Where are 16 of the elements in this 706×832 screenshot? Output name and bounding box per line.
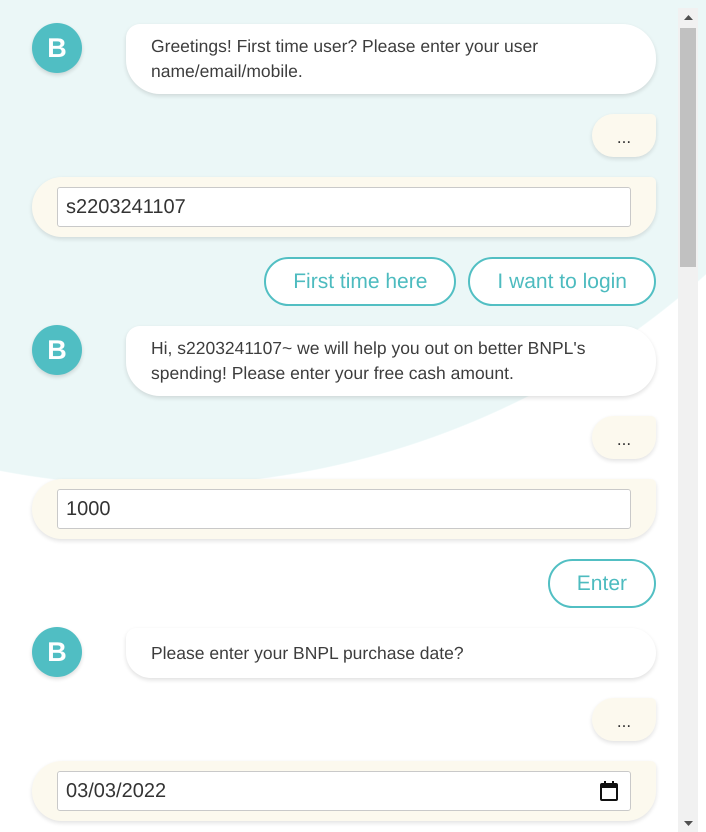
date-field[interactable]: 03/03/2022: [57, 771, 631, 811]
message-bubble: Hi, s2203241107~ we will help you out on better BNPL's spending! Please enter your free cash amount.: [126, 326, 656, 396]
message-bubble: Please enter your BNPL purchase date?: [126, 628, 656, 678]
bot-avatar: B: [32, 23, 82, 73]
scrollbar-thumb[interactable]: [680, 28, 696, 267]
bot-avatar: B: [32, 627, 82, 677]
message-bubble: Greetings! First time user? Please enter your user name/email/mobile.: [126, 24, 656, 94]
text-field[interactable]: 1000: [57, 489, 631, 529]
typing-indicator: ...: [592, 698, 656, 741]
text-field[interactable]: s2203241107: [57, 187, 631, 227]
down-arrow-icon[interactable]: [684, 821, 692, 826]
typing-indicator: ...: [592, 114, 656, 157]
calendar-icon[interactable]: [600, 781, 618, 801]
bot-avatar: B: [32, 325, 82, 375]
up-arrow-icon[interactable]: [684, 15, 692, 20]
typing-indicator: ...: [592, 416, 656, 459]
